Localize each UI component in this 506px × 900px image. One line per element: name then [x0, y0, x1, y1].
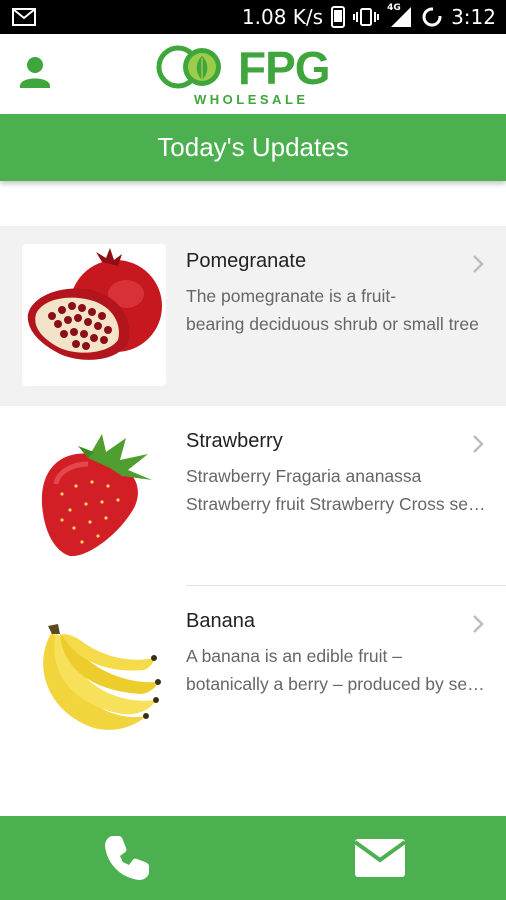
fpg-logo: FPG WHOLESALE: [156, 40, 356, 110]
chevron-right-icon: [473, 435, 484, 453]
signal-icon: 4G: [387, 3, 413, 29]
list-item-banana[interactable]: Banana A banana is an edible fruit – bot…: [0, 586, 506, 766]
item-description-line: botanically a berry – produced by severa…: [186, 674, 486, 694]
app-header: FPG WHOLESALE: [0, 34, 506, 114]
pomegranate-image: [22, 244, 166, 386]
bottom-action-bar: [0, 816, 506, 900]
user-profile-icon[interactable]: [17, 54, 53, 90]
strawberry-image: [22, 424, 166, 566]
chevron-right-icon: [473, 615, 484, 633]
logo-leaf-icon: [156, 45, 221, 89]
item-description-line: Strawberry Fragaria ananassa: [186, 466, 422, 486]
title-bar: Today's Updates: [0, 114, 506, 181]
gmail-notification-icon: [12, 8, 36, 26]
phone-status-icon: [331, 6, 346, 28]
item-title: Strawberry: [186, 430, 283, 452]
list-item-strawberry[interactable]: Strawberry Strawberry Fragaria ananassa …: [0, 406, 506, 586]
status-bar: 1.08 K/s 4G 3:12: [0, 0, 506, 34]
vibrate-icon: [353, 8, 380, 26]
item-description-line: bearing deciduous shrub or small tree: [186, 314, 479, 334]
mail-icon: [353, 839, 406, 877]
sync-icon: [422, 6, 444, 27]
list-item-pomegranate[interactable]: Pomegranate The pomegranate is a fruit- …: [0, 226, 506, 406]
updates-list: Pomegranate The pomegranate is a fruit- …: [0, 226, 506, 766]
item-description: Strawberry Fragaria ananassa Strawberry …: [186, 462, 486, 518]
logo-subtext: WHOLESALE: [194, 92, 309, 107]
item-title: Pomegranate: [186, 250, 307, 272]
chevron-right-icon: [473, 255, 484, 273]
logo-text: FPG: [238, 42, 331, 94]
item-description: The pomegranate is a fruit- bearing deci…: [186, 282, 486, 338]
network-speed: 1.08 K/s: [241, 5, 324, 29]
item-description-line: A banana is an edible fruit –: [186, 646, 402, 666]
item-description-line: Strawberry fruit Strawberry Cross sectio…: [186, 494, 486, 514]
phone-icon: [104, 836, 149, 880]
item-title: Banana: [186, 610, 255, 632]
item-description-line: The pomegranate is a fruit-: [186, 286, 397, 306]
page-title: Today's Updates: [157, 132, 349, 162]
call-button[interactable]: [0, 816, 253, 900]
clock: 3:12: [451, 5, 496, 29]
item-description: A banana is an edible fruit – botanicall…: [186, 642, 486, 698]
banana-image: [22, 604, 166, 746]
email-button[interactable]: [253, 816, 506, 900]
